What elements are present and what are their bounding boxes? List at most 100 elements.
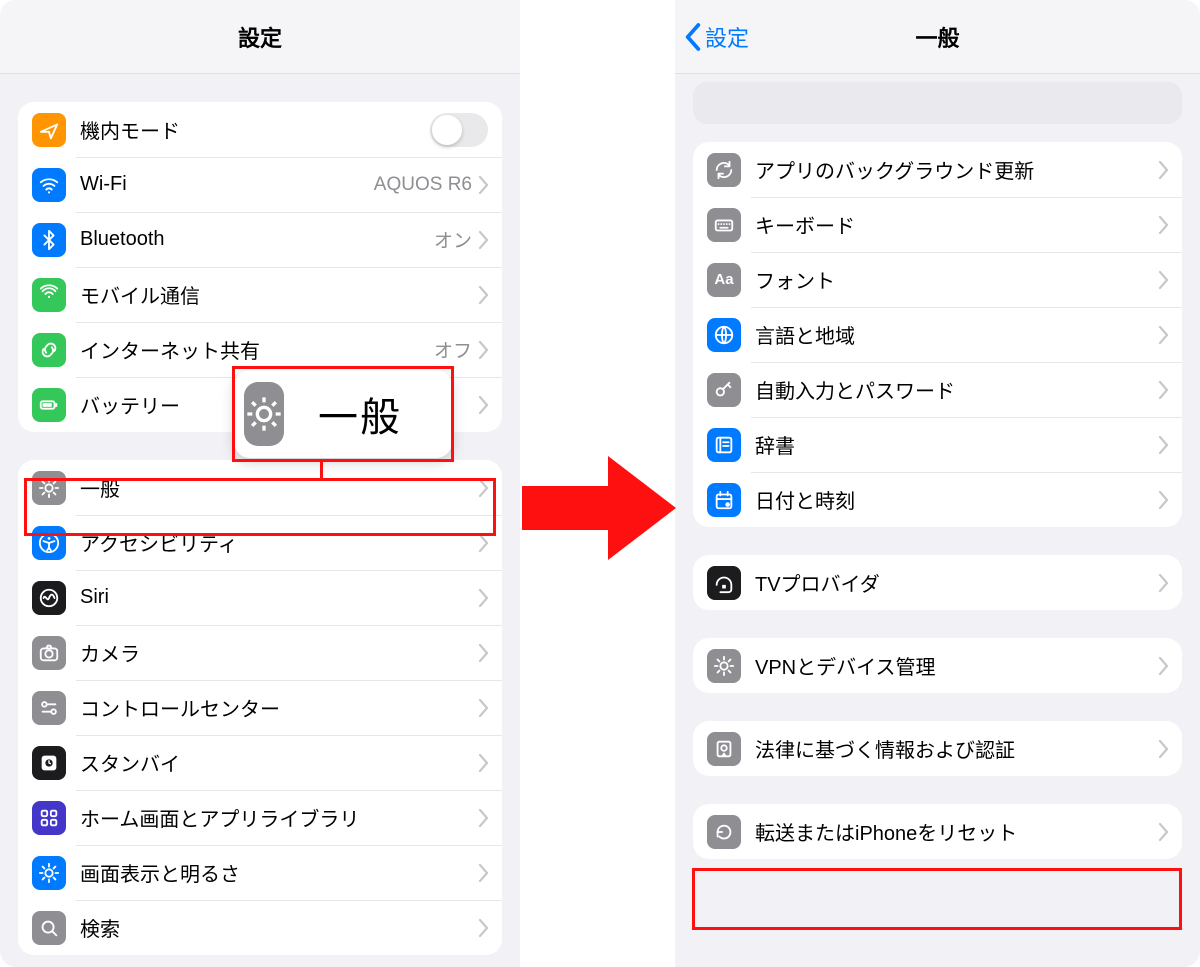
chevron-right-icon — [1158, 491, 1168, 509]
sun-icon — [32, 856, 66, 890]
row-label: TVプロバイダ — [755, 568, 880, 597]
general-group-vpn: VPNとデバイス管理 — [693, 638, 1182, 693]
globe-icon — [707, 318, 741, 352]
airplane-icon — [32, 113, 66, 147]
row-siri[interactable]: Siri — [18, 570, 502, 625]
refresh-icon — [707, 153, 741, 187]
row-label: アクセシビリティ — [80, 528, 238, 557]
row-dict[interactable]: 辞書 — [693, 417, 1182, 472]
row-value: AQUOS R6 — [374, 174, 472, 196]
keyboard-icon — [707, 208, 741, 242]
chevron-right-icon — [478, 479, 488, 497]
standby-icon — [32, 746, 66, 780]
navbar-general: 設定 一般 — [675, 0, 1200, 74]
row-home[interactable]: ホーム画面とアプリライブラリ — [18, 790, 502, 845]
row-label: フォント — [755, 265, 835, 294]
row-display[interactable]: 画面表示と明るさ — [18, 845, 502, 900]
row-label: バッテリー — [80, 390, 180, 419]
row-label: 自動入力とパスワード — [755, 375, 955, 404]
row-airplane[interactable]: 機内モード — [18, 102, 502, 157]
row-label: Bluetooth — [80, 228, 165, 251]
chevron-right-icon — [478, 534, 488, 552]
key-icon — [707, 373, 741, 407]
row-accessibility[interactable]: アクセシビリティ — [18, 515, 502, 570]
row-value: オン — [434, 226, 472, 253]
calendar-icon — [707, 483, 741, 517]
row-camera[interactable]: カメラ — [18, 625, 502, 680]
back-button[interactable]: 設定 — [685, 0, 749, 73]
general-content: アプリのバックグラウンド更新キーボードAaフォント言語と地域自動入力とパスワード… — [675, 142, 1200, 859]
grid-icon — [32, 801, 66, 835]
chevron-right-icon — [478, 644, 488, 662]
row-label: 辞書 — [755, 430, 795, 459]
row-autofill[interactable]: 自動入力とパスワード — [693, 362, 1182, 417]
siri-icon — [32, 581, 66, 615]
row-label: スタンバイ — [80, 748, 180, 777]
general-group-main: アプリのバックグラウンド更新キーボードAaフォント言語と地域自動入力とパスワード… — [693, 142, 1182, 527]
row-vpn[interactable]: VPNとデバイス管理 — [693, 638, 1182, 693]
page-title: 設定 — [238, 21, 282, 53]
row-bluetooth[interactable]: Bluetooth オン — [18, 212, 502, 267]
tv-icon — [707, 566, 741, 600]
row-label: ホーム画面とアプリライブラリ — [80, 803, 359, 832]
row-label: インターネット共有 — [80, 335, 260, 364]
antenna-icon — [32, 278, 66, 312]
general-group-reset: 転送またはiPhoneをリセット — [693, 804, 1182, 859]
chevron-right-icon — [1158, 326, 1168, 344]
chevron-right-icon — [478, 589, 488, 607]
chevron-right-icon — [478, 286, 488, 304]
reset-icon — [707, 815, 741, 849]
row-standby[interactable]: スタンバイ — [18, 735, 502, 790]
chevron-right-icon — [478, 176, 488, 194]
row-tvprovider[interactable]: TVプロバイダ — [693, 555, 1182, 610]
settings-content: 機内モード Wi-Fi AQUOS R6 Bluetooth オンモバイル通信インターネ… — [0, 102, 520, 955]
camera-icon — [32, 636, 66, 670]
general-group-tv: TVプロバイダ — [693, 555, 1182, 610]
row-keyboard[interactable]: キーボード — [693, 197, 1182, 252]
chevron-right-icon — [478, 231, 488, 249]
chevron-right-icon — [478, 341, 488, 359]
book-icon — [707, 428, 741, 462]
row-wifi[interactable]: Wi-Fi AQUOS R6 — [18, 157, 502, 212]
row-hotspot[interactable]: インターネット共有 オフ — [18, 322, 502, 377]
row-label: コントロールセンター — [80, 693, 280, 722]
row-datetime[interactable]: 日付と時刻 — [693, 472, 1182, 527]
chevron-right-icon — [478, 809, 488, 827]
general-group-legal: 法律に基づく情報および認証 — [693, 721, 1182, 776]
row-label: 言語と地域 — [755, 320, 855, 349]
battery-icon — [32, 388, 66, 422]
row-legal[interactable]: 法律に基づく情報および認証 — [693, 721, 1182, 776]
row-general[interactable]: 一般 — [18, 460, 502, 515]
phone-general: 設定 一般 アプリのバックグラウンド更新キーボードAaフォント言語と地域自動入力… — [675, 0, 1200, 967]
search-icon — [32, 911, 66, 945]
toggle-switch[interactable] — [430, 113, 488, 147]
access-icon — [32, 526, 66, 560]
row-label: VPNとデバイス管理 — [755, 651, 936, 680]
navbar-settings: 設定 — [0, 0, 520, 74]
row-search[interactable]: 検索 — [18, 900, 502, 955]
row-label: 画面表示と明るさ — [80, 858, 240, 887]
chevron-right-icon — [1158, 740, 1168, 758]
row-label: 日付と時刻 — [755, 485, 855, 514]
row-reset[interactable]: 転送またはiPhoneをリセット — [693, 804, 1182, 859]
chevron-right-icon — [1158, 381, 1168, 399]
arrow-right-icon — [522, 448, 676, 573]
row-lang[interactable]: 言語と地域 — [693, 307, 1182, 362]
row-label: モバイル通信 — [80, 280, 200, 309]
row-label: カメラ — [80, 638, 140, 667]
row-controlcenter[interactable]: コントロールセンター — [18, 680, 502, 735]
row-label: Siri — [80, 586, 109, 609]
callout-general: 一般 — [234, 370, 452, 458]
row-fonts[interactable]: Aaフォント — [693, 252, 1182, 307]
chevron-right-icon — [478, 754, 488, 772]
row-bgrefresh[interactable]: アプリのバックグラウンド更新 — [693, 142, 1182, 197]
back-label: 設定 — [705, 21, 749, 53]
row-label: アプリのバックグラウンド更新 — [755, 155, 1034, 184]
bluetooth-icon — [32, 223, 66, 257]
link-icon — [32, 333, 66, 367]
row-value: オフ — [434, 336, 472, 363]
row-label: Wi-Fi — [80, 173, 127, 196]
callout-label: 一般 — [318, 385, 402, 443]
row-cellular[interactable]: モバイル通信 — [18, 267, 502, 322]
chevron-right-icon — [1158, 436, 1168, 454]
